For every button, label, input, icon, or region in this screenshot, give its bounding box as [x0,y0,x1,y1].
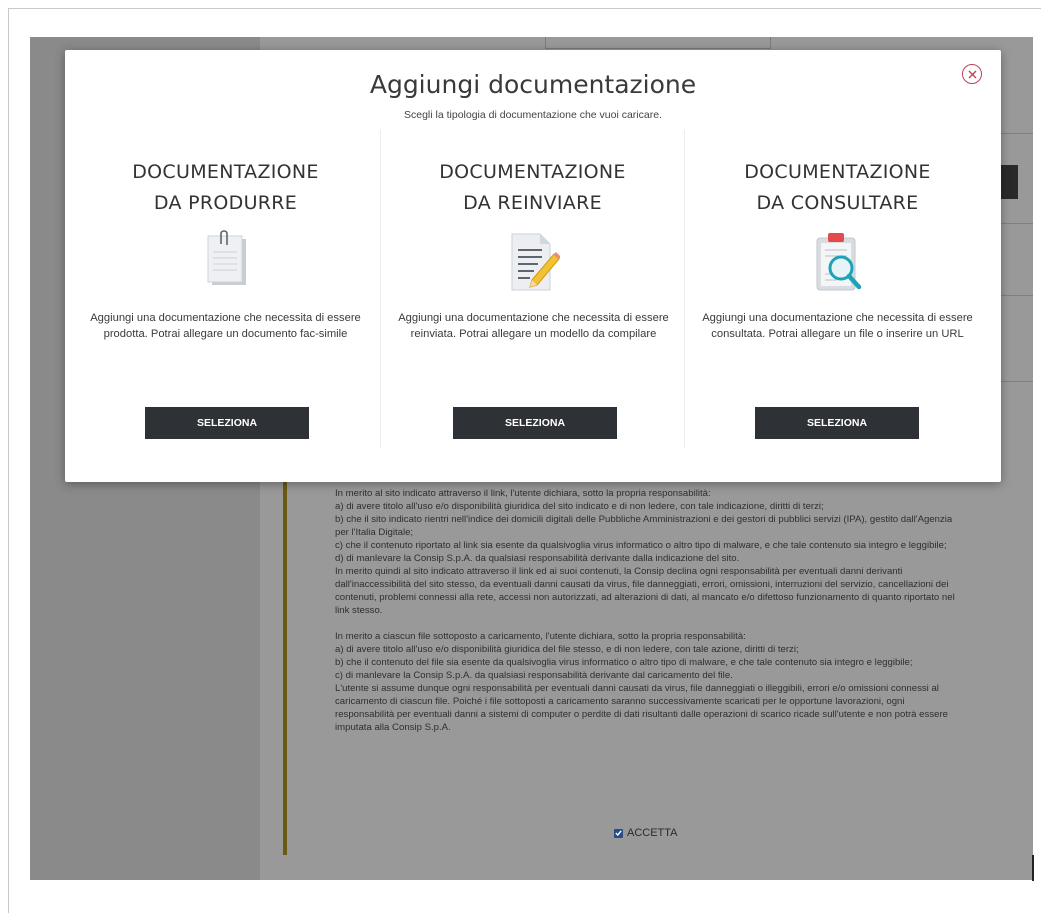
option-title: DOCUMENTAZIONE DA REINVIARE [381,157,684,219]
option-title: DOCUMENTAZIONE DA CONSULTARE [685,157,990,219]
clipboard-magnifier-icon [816,233,861,291]
edge-line [1032,855,1034,881]
add-documentation-modal: Aggiungi documentazione Scegli la tipolo… [65,50,1001,482]
select-button-consultare[interactable]: SELEZIONA [755,407,919,439]
close-button[interactable] [962,64,982,84]
option-description: Aggiungi una documentazione che necessit… [398,312,669,340]
background-dark-tab [1000,165,1018,199]
option-title-line2: DA CONSULTARE [756,192,919,214]
option-title-line1: DOCUMENTAZIONE [439,161,626,183]
option-description: Aggiungi una documentazione che necessit… [702,312,973,340]
modal-subtitle: Scegli la tipologia di documentazione ch… [404,109,662,121]
terms-text: In merito al sito indicato attraverso il… [335,488,955,733]
accept-checkbox[interactable]: ACCETTA [614,827,678,839]
modal-title: Aggiungi documentazione [369,70,697,99]
select-button-produrre[interactable]: SELEZIONA [145,407,309,439]
option-title-line2: DA PRODURRE [153,192,298,214]
option-consultare: DOCUMENTAZIONE DA CONSULTARE Aggiungi un… [685,130,990,448]
close-icon [968,70,976,78]
option-title-line1: DOCUMENTAZIONE [132,161,319,183]
document-pencil-icon [511,233,560,291]
paperclip-document-icon [207,230,246,285]
terms-panel: In merito al sito indicato attraverso il… [283,447,1018,855]
option-produrre: DOCUMENTAZIONE DA PRODURRE Aggiungi una … [73,130,378,448]
option-reinviare: DOCUMENTAZIONE DA REINVIARE Aggiungi una… [380,130,685,448]
checkbox-checked-icon[interactable] [614,828,623,838]
select-button-reinviare[interactable]: SELEZIONA [453,407,617,439]
option-title: DOCUMENTAZIONE DA PRODURRE [73,157,378,219]
option-title-line1: DOCUMENTAZIONE [744,161,931,183]
option-description: Aggiungi una documentazione che necessit… [90,312,361,340]
option-title-line2: DA REINVIARE [463,192,602,214]
accept-label: ACCETTA [627,827,678,839]
background-field [545,37,771,49]
